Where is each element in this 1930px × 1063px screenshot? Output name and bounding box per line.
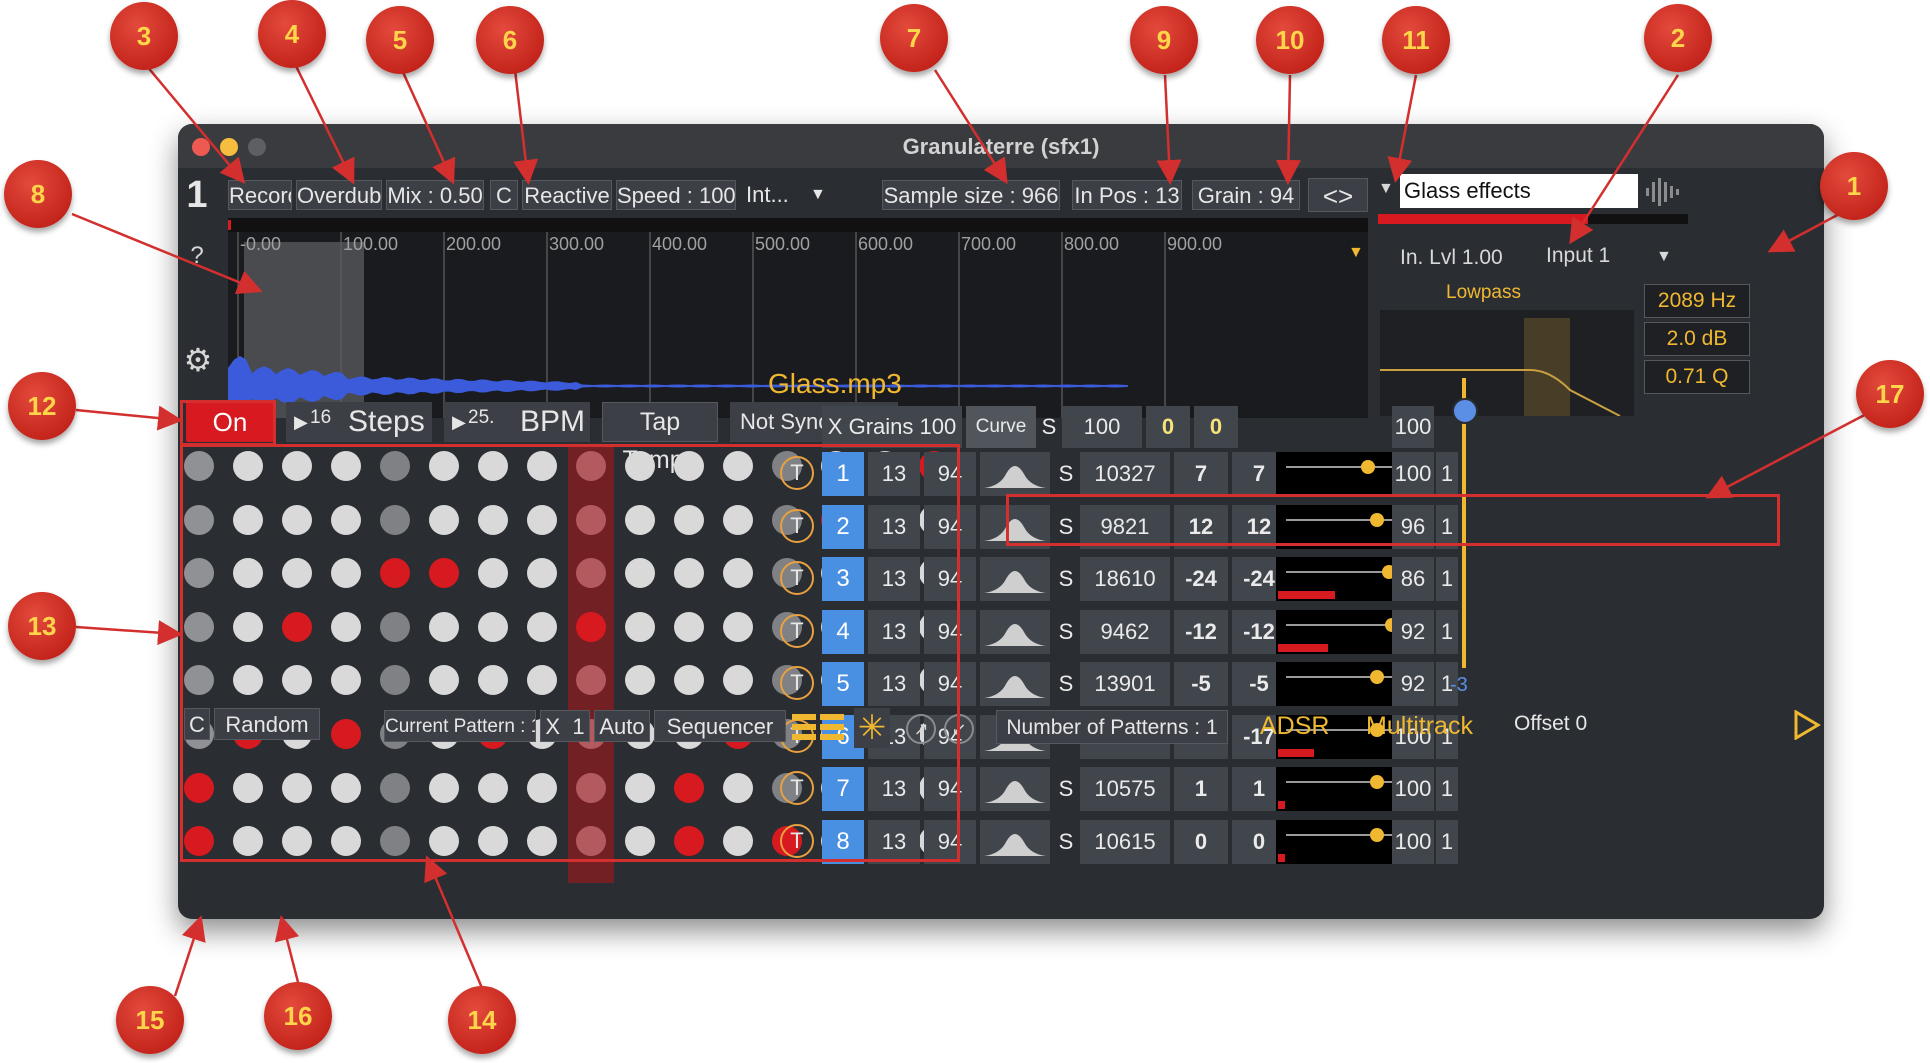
annotation-arrows (71, 61, 1875, 997)
callout-4: 4 (258, 0, 326, 68)
callout-13: 13 (8, 592, 76, 660)
callout-15: 15 (116, 986, 184, 1054)
callout-8: 8 (4, 160, 72, 228)
callout-12: 12 (8, 372, 76, 440)
callout-14: 14 (448, 986, 516, 1054)
callout-7: 7 (880, 4, 948, 72)
callout-5: 5 (366, 6, 434, 74)
callout-16: 16 (264, 982, 332, 1050)
callout-3: 3 (110, 2, 178, 70)
callout-1: 1 (1820, 152, 1888, 220)
callout-2: 2 (1644, 4, 1712, 72)
callout-6: 6 (476, 6, 544, 74)
callout-17: 17 (1856, 360, 1924, 428)
callout-11: 11 (1382, 6, 1450, 74)
callout-9: 9 (1130, 6, 1198, 74)
callout-10: 10 (1256, 6, 1324, 74)
